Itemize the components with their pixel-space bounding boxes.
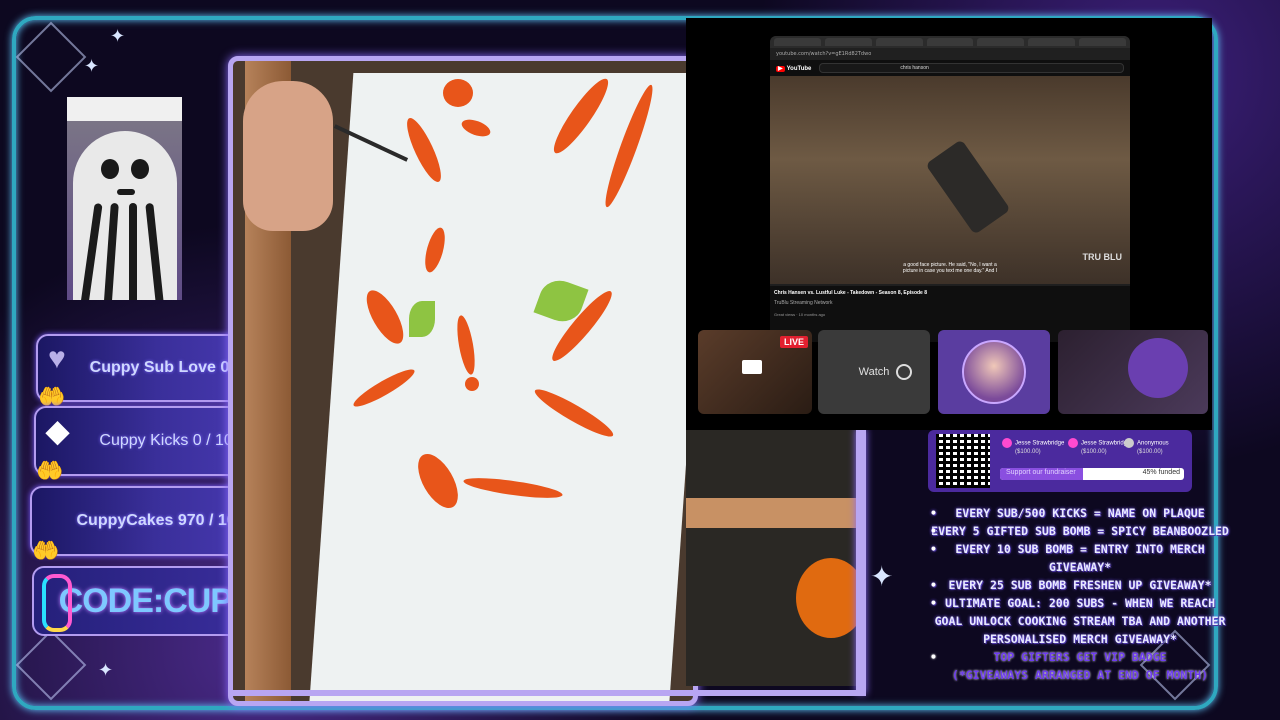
sparkle-icon: ✦	[870, 561, 894, 592]
donor-entry: Anonymous ($100.00)	[1124, 438, 1169, 456]
progress-label: 45% funded	[1142, 469, 1180, 476]
watch-label: Watch	[858, 366, 890, 378]
browser-window: youtube.com/watch?v=gE1Rd82Tdwo ▶ YouTube…	[770, 36, 1130, 342]
logo-icon	[42, 574, 72, 632]
channel-name[interactable]: TruBlu Streaming Network	[774, 300, 1126, 306]
sparkle-icon: ✦	[98, 660, 114, 680]
diamond-icon: ◆	[46, 415, 70, 448]
live-video-tile[interactable]: LIVE	[698, 330, 812, 414]
painter-hand	[243, 81, 333, 231]
stream-overlay: ✦ ✦ ✦ ✦ ♥ 🤲 Cuppy Sub Love 0 / 20 ◆ 🤲 Cu…	[0, 0, 1280, 720]
url-text: youtube.com/watch?v=gE1Rd82Tdwo	[776, 51, 872, 57]
channel-watermark: TRU BLU	[1082, 252, 1123, 262]
donor-entry: Jesse Strawbridge ($100.00)	[1068, 438, 1130, 456]
live-badge: LIVE	[779, 336, 808, 348]
hands-icon: 🤲	[32, 538, 60, 563]
settings-icon[interactable]	[896, 364, 912, 380]
progress-left-label: Support our fundraiser	[1006, 469, 1076, 476]
ghost-painting-image	[67, 97, 182, 300]
rule-item: EVERY 10 SUB BOMB = ENTRY INTO MERCH GIV…	[930, 540, 1230, 576]
painting-webcam-extension	[686, 428, 858, 686]
avatar	[962, 340, 1026, 404]
rule-item: EVERY 25 SUB BOMB FRESHEN UP GIVEAWAY*	[930, 576, 1230, 594]
hands-icon: 🤲	[36, 458, 64, 483]
watch-tile[interactable]: Watch	[818, 330, 930, 414]
sparkle-icon: ✦	[84, 56, 100, 76]
video-title: Chris Hansen vs. Lustful Luke - Takedown…	[774, 290, 927, 296]
donor-entry: Jesse Strawbridge ($100.00)	[1002, 438, 1064, 456]
streamer-cam-tile[interactable]	[1058, 330, 1208, 414]
search-input[interactable]: chris hanson	[819, 63, 1124, 73]
donation-widget: Jesse Strawbridge ($100.00) Jesse Strawbr…	[928, 430, 1192, 492]
video-player[interactable]: a good face picture. He said, "No, I wan…	[770, 76, 1130, 284]
qr-code[interactable]	[936, 434, 990, 488]
sparkle-icon: ✦	[110, 26, 126, 46]
rule-note: (*GIVEAWAYS ARRANGED AT END OF MONTH)	[951, 668, 1209, 682]
giveaway-rules: EVERY SUB/500 KICKS = NAME ON PLAQUE EVE…	[930, 504, 1230, 684]
avatar-tile[interactable]	[938, 330, 1050, 414]
rule-item: EVERY SUB/500 KICKS = NAME ON PLAQUE	[930, 504, 1230, 522]
video-description: Great views · 10 months ago	[774, 312, 826, 317]
rule-item: EVERY 5 GIFTED SUB BOMB = SPICY BEANBOOZ…	[930, 522, 1230, 540]
youtube-header: ▶ YouTube chris hanson	[770, 60, 1130, 76]
rule-item: TOP GIFTERS GET VIP BADGE	[930, 648, 1230, 666]
goal-label: CuppyCakes 970 / 1000	[76, 512, 254, 529]
painting-webcam	[228, 56, 698, 706]
video-caption: a good face picture. He said, "No, I wan…	[902, 262, 998, 274]
heart-icon: ♥	[48, 342, 66, 375]
browser-tab-bar[interactable]	[770, 36, 1130, 48]
address-bar[interactable]: youtube.com/watch?v=gE1Rd82Tdwo	[770, 48, 1130, 60]
rule-item: ULTIMATE GOAL: 200 SUBS - WHEN WE REACH …	[930, 594, 1230, 648]
youtube-logo[interactable]: ▶ YouTube	[776, 65, 811, 72]
fundraiser-progress-bar: Support our fundraiser 45% funded	[1000, 468, 1184, 480]
